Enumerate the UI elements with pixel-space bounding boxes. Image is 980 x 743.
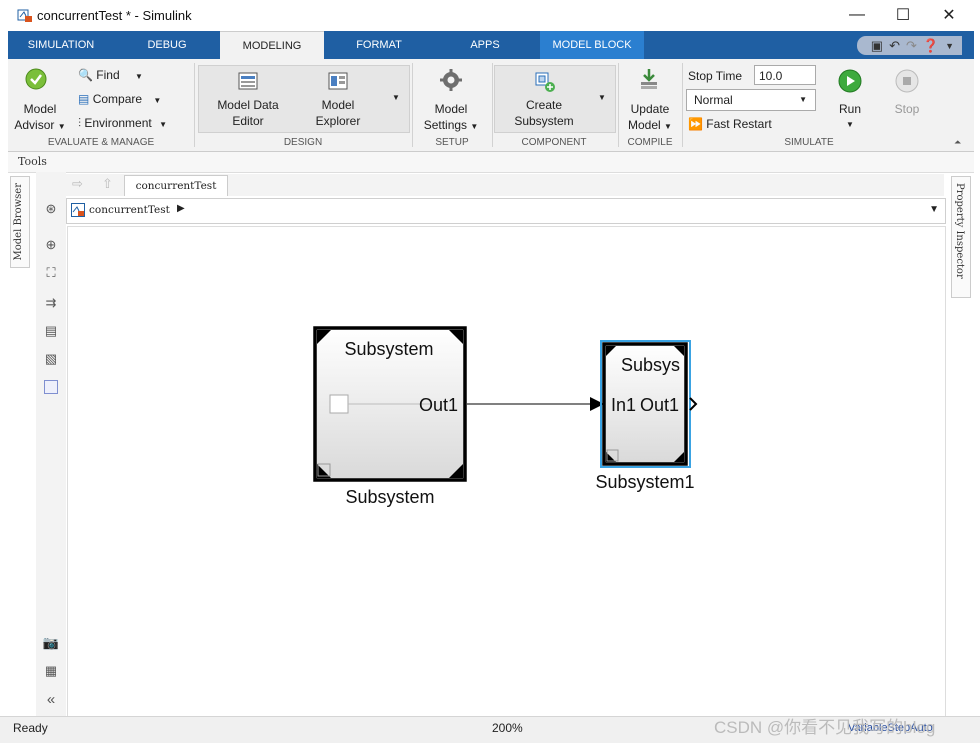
subsystem-name[interactable]: Subsystem: [345, 487, 434, 507]
block-diagram: Subsystem Out1 Subsystem Subsys In1 Out1…: [313, 326, 698, 507]
subsystem-out-port-label: Out1: [419, 395, 458, 415]
subsystem1-title: Subsys: [621, 355, 680, 375]
status-bar: Ready 200% VariableStepAuto CSDN @你看不见我写…: [0, 716, 980, 743]
subsystem-title: Subsystem: [344, 339, 433, 359]
subsystem1-out-port-label: Out1: [640, 395, 679, 415]
subsystem1-in-port-label: In1: [611, 395, 636, 415]
status-ready: Ready: [13, 721, 48, 735]
subsystem1-name[interactable]: Subsystem1: [595, 472, 694, 492]
signal-line[interactable]: [467, 397, 604, 411]
watermark: CSDN @你看不见我写的blog: [714, 718, 936, 737]
status-zoom[interactable]: 200%: [492, 721, 523, 735]
